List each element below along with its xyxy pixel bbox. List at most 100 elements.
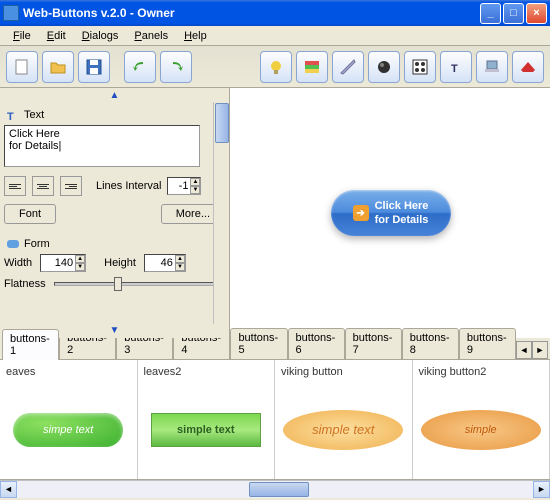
window-controls: _ □ × (480, 3, 547, 24)
scroll-left-button[interactable]: ◄ (0, 481, 17, 498)
lines-interval-spinner[interactable]: ▲▼ (167, 177, 201, 195)
preview-button: ➔ Click Here for Details (331, 190, 451, 236)
menu-file[interactable]: File (6, 28, 38, 44)
gallery-item-title: viking button2 (417, 364, 546, 384)
text-section-header: T Text (4, 105, 225, 125)
form-section-header: Form (4, 234, 225, 254)
color-layers-icon[interactable] (296, 51, 328, 83)
gallery-item-title: viking button (279, 364, 408, 384)
horizontal-scrollbar[interactable]: ◄ ► (0, 480, 550, 497)
lines-interval-label: Lines Interval (96, 180, 161, 192)
pattern-icon[interactable] (404, 51, 436, 83)
light-icon[interactable] (260, 51, 292, 83)
app-icon (3, 5, 19, 21)
text-section-icon: T (6, 108, 20, 122)
height-input[interactable] (145, 257, 175, 269)
gallery-item[interactable]: viking button simple text (275, 360, 413, 479)
gallery-preview-button: simple text (283, 410, 403, 450)
menu-file-label: ile (20, 30, 31, 42)
lines-interval-input[interactable] (168, 180, 190, 192)
open-button[interactable] (42, 51, 74, 83)
text-icon[interactable]: T (440, 51, 472, 83)
form-section-label: Form (24, 238, 50, 250)
spinner-down-icon[interactable]: ▼ (75, 263, 85, 271)
width-spinner[interactable]: ▲▼ (40, 254, 86, 272)
menu-panels[interactable]: Panels (127, 28, 175, 44)
spinner-up-icon[interactable]: ▲ (190, 178, 200, 186)
tabs-prev-button[interactable]: ◄ (516, 341, 532, 359)
minimize-button[interactable]: _ (480, 3, 501, 24)
menu-dialogs[interactable]: Dialogs (75, 28, 126, 44)
menubar: File Edit Dialogs Panels Help (0, 26, 550, 46)
save-button[interactable] (78, 51, 110, 83)
align-right-button[interactable] (60, 176, 82, 196)
height-spinner[interactable]: ▲▼ (144, 254, 186, 272)
spinner-down-icon[interactable]: ▼ (175, 263, 185, 271)
tabs-nav: ◄ ► (516, 341, 548, 359)
properties-panel: ▲ T Text Click Here for Details| Lines I… (0, 88, 230, 338)
preview-area: ➔ Click Here for Details (230, 88, 550, 338)
svg-text:T: T (7, 111, 14, 122)
preview-line1: Click Here (375, 199, 429, 213)
tab-buttons-1[interactable]: buttons-1 (2, 329, 59, 360)
main-area: ▲ T Text Click Here for Details| Lines I… (0, 88, 550, 338)
tab-buttons-9[interactable]: buttons-9 (459, 328, 516, 359)
tab-buttons-7[interactable]: buttons-7 (345, 328, 402, 359)
menu-help[interactable]: Help (177, 28, 214, 44)
ruler-icon[interactable] (332, 51, 364, 83)
new-button[interactable] (6, 51, 38, 83)
gallery: eaves simpe text leaves2 simple text vik… (0, 360, 550, 480)
arrow-icon: ➔ (353, 205, 369, 221)
tab-buttons-5[interactable]: buttons-5 (230, 328, 287, 359)
scroll-thumb[interactable] (249, 482, 309, 497)
flatness-slider[interactable] (54, 282, 225, 286)
window-title: Web-Buttons v.2.0 - Owner (23, 6, 480, 20)
gallery-item-title: eaves (4, 364, 133, 384)
undo-button[interactable] (124, 51, 156, 83)
panel-scroll-up-icon[interactable]: ▲ (0, 88, 229, 103)
tabs-next-button[interactable]: ► (532, 341, 548, 359)
spinner-up-icon[interactable]: ▲ (175, 255, 185, 263)
align-row: Lines Interval ▲▼ (4, 176, 225, 196)
preview-line2: for Details (375, 213, 429, 227)
menu-edit[interactable]: Edit (40, 28, 73, 44)
align-left-button[interactable] (4, 176, 26, 196)
tabs-bar: buttons-1 buttons-2 buttons-3 buttons-4 … (0, 338, 550, 360)
height-label: Height (104, 257, 136, 269)
text-input[interactable]: Click Here for Details| (4, 125, 200, 167)
gallery-preview-button: simple (421, 410, 541, 450)
font-button[interactable]: Font (4, 204, 56, 224)
laptop-icon[interactable] (476, 51, 508, 83)
gallery-preview-button: simpe text (13, 413, 123, 447)
text-section-label: Text (24, 109, 44, 121)
titlebar: Web-Buttons v.2.0 - Owner _ □ × (0, 0, 550, 26)
sphere-icon[interactable] (368, 51, 400, 83)
red-shape-icon[interactable] (512, 51, 544, 83)
gallery-preview-button: simple text (151, 413, 261, 447)
gallery-item[interactable]: viking button2 simple (413, 360, 550, 479)
maximize-button[interactable]: □ (503, 3, 524, 24)
width-input[interactable] (41, 257, 75, 269)
toolbar: T (0, 46, 550, 88)
form-section-icon (6, 237, 20, 251)
tab-buttons-8[interactable]: buttons-8 (402, 328, 459, 359)
width-label: Width (4, 257, 32, 269)
redo-button[interactable] (160, 51, 192, 83)
gallery-item[interactable]: eaves simpe text (0, 360, 138, 479)
spinner-up-icon[interactable]: ▲ (75, 255, 85, 263)
spinner-down-icon[interactable]: ▼ (190, 186, 200, 194)
align-center-button[interactable] (32, 176, 54, 196)
form-dims-row: Width ▲▼ Height ▲▼ (4, 254, 225, 272)
flatness-row: Flatness (4, 278, 225, 290)
gallery-item[interactable]: leaves2 simple text (138, 360, 276, 479)
close-button[interactable]: × (526, 3, 547, 24)
text-buttons-row: Font More... (4, 204, 225, 224)
slider-thumb-icon[interactable] (114, 277, 122, 291)
scroll-right-button[interactable]: ► (533, 481, 550, 498)
panel-content: T Text Click Here for Details| Lines Int… (0, 103, 229, 323)
tab-buttons-6[interactable]: buttons-6 (288, 328, 345, 359)
panel-scrollbar[interactable] (213, 102, 229, 324)
scroll-thumb[interactable] (215, 103, 229, 143)
gallery-item-title: leaves2 (142, 364, 271, 384)
scroll-track[interactable] (17, 481, 533, 498)
